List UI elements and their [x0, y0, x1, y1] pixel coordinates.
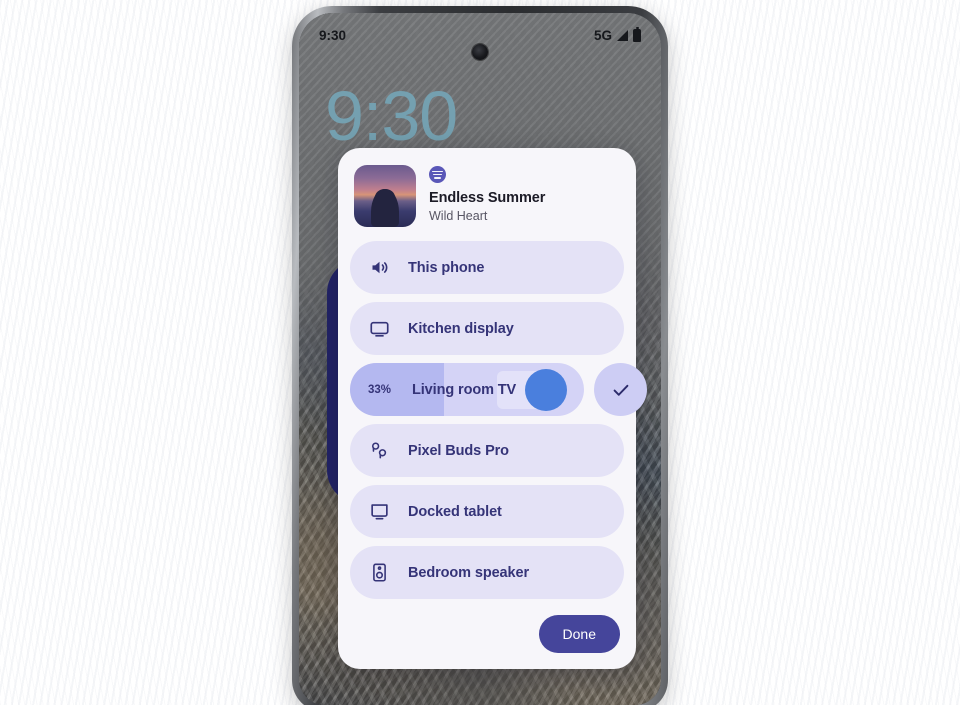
front-camera-punch-hole: [472, 44, 488, 60]
network-type-label: 5G: [593, 27, 612, 43]
media-header: Endless Summer Wild Heart: [350, 160, 624, 241]
card-footer: Done: [350, 599, 624, 655]
device-row-bedroom-speaker[interactable]: Bedroom speaker: [350, 546, 624, 599]
status-bar-time: 9:30: [319, 27, 347, 43]
device-label: Pixel Buds Pro: [408, 442, 509, 459]
check-icon: [613, 384, 628, 396]
phone-screen: 9:30 5G 9:30 Not now: [299, 13, 661, 705]
device-row-living-room-tv[interactable]: 33% Living room TV: [350, 363, 647, 416]
device-label: Kitchen display: [408, 320, 514, 337]
volume-slider-handle[interactable]: [525, 368, 567, 411]
volume-percent-label: 33%: [368, 383, 392, 396]
spotify-icon: [429, 166, 446, 183]
device-label: Bedroom speaker: [408, 564, 529, 581]
album-art: [354, 165, 416, 227]
device-label: Living room TV: [412, 381, 517, 398]
device-row-this-phone[interactable]: This phone: [350, 241, 624, 294]
selected-check-button[interactable]: [594, 363, 647, 416]
lockscreen-clock: 9:30: [325, 77, 458, 155]
track-artist: Wild Heart: [429, 209, 488, 223]
speaker-box-icon: [368, 562, 390, 584]
tablet-dock-icon: [368, 501, 390, 523]
device-label: Docked tablet: [408, 503, 502, 520]
speaker-volume-icon: [368, 257, 390, 279]
status-bar-right-cluster: 5G: [593, 26, 641, 43]
volume-slider[interactable]: 33% Living room TV: [350, 363, 584, 416]
battery-icon: [633, 26, 641, 42]
signal-bars-icon: [617, 29, 628, 41]
phone-device-frame: 9:30 5G 9:30 Not now: [292, 6, 668, 705]
device-label: This phone: [408, 259, 485, 276]
media-metadata: Endless Summer Wild Heart: [429, 165, 545, 223]
device-row-pixel-buds-pro[interactable]: Pixel Buds Pro: [350, 424, 624, 477]
media-output-switcher-card: Endless Summer Wild Heart This phone Kit…: [338, 148, 647, 669]
device-row-kitchen-display[interactable]: Kitchen display: [350, 302, 624, 355]
device-list: This phone Kitchen display 33% Living ro…: [350, 241, 647, 599]
earbuds-icon: [368, 440, 390, 462]
track-title: Endless Summer: [429, 190, 546, 206]
display-icon: [368, 318, 390, 340]
phone-bezel: 9:30 5G 9:30 Not now: [299, 13, 661, 705]
device-row-docked-tablet[interactable]: Docked tablet: [350, 485, 624, 538]
done-button[interactable]: Done: [538, 615, 620, 653]
